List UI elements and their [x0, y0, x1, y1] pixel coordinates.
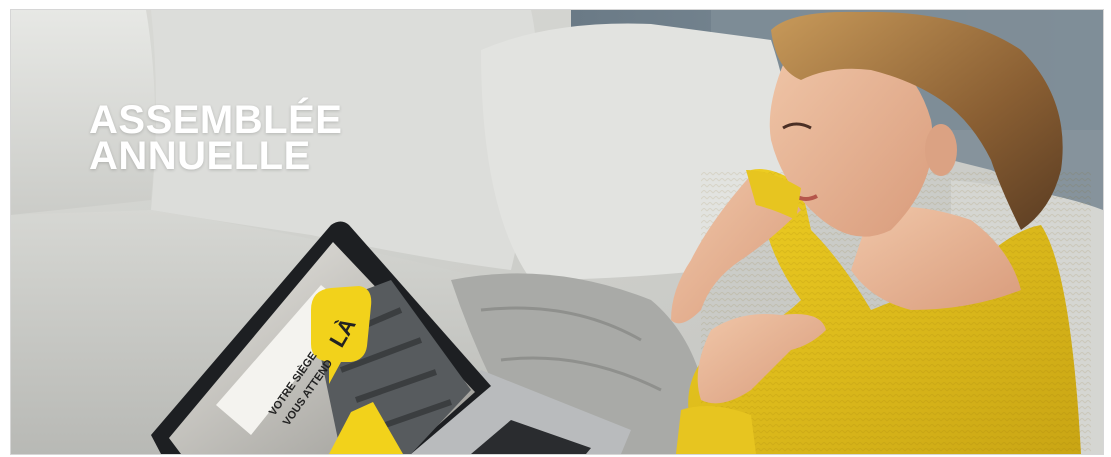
hero-photo: LÀ VOTRE SIÈGE VOUS ATTEND: [11, 10, 1103, 454]
hero-banner: LÀ VOTRE SIÈGE VOUS ATTEND ASSEMBLÉE ANN…: [10, 9, 1104, 455]
title-line-1: ASSEMBLÉE: [89, 98, 343, 142]
woman-sleeve-cuff: [676, 406, 756, 454]
title-line-2: ANNUELLE: [89, 134, 311, 178]
page-title: ASSEMBLÉE ANNUELLE: [89, 98, 343, 178]
woman-ear: [925, 124, 957, 176]
